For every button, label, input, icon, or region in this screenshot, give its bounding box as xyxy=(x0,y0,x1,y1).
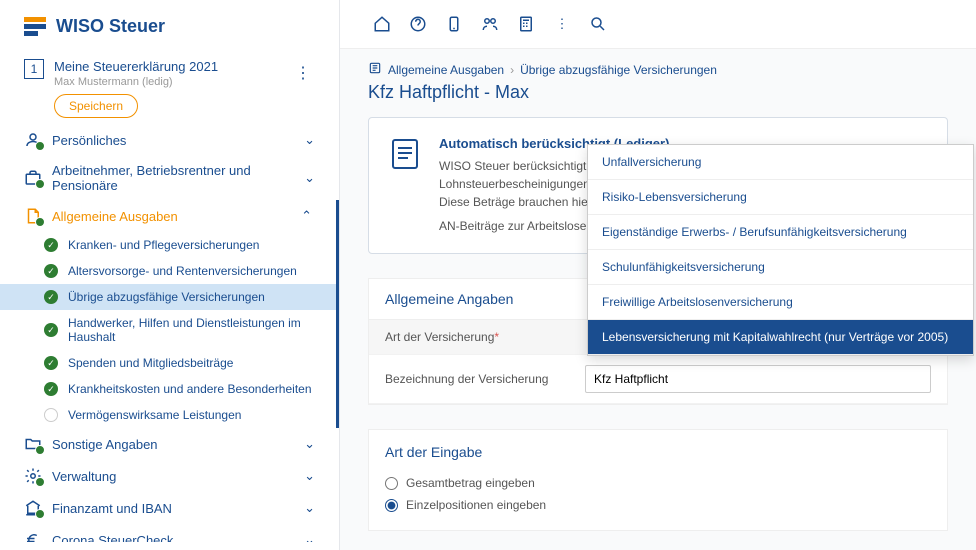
nav-employee[interactable]: Arbeitnehmer, Betriebsrentner und Pensio… xyxy=(0,156,339,200)
sub-medical[interactable]: ✓ Krankheitskosten und andere Besonderhei… xyxy=(0,376,339,402)
sub-insurance-health[interactable]: ✓ Kranken- und Pflegeversicherungen xyxy=(0,232,339,258)
check-icon: ✓ xyxy=(44,356,58,370)
folder-icon xyxy=(24,435,42,453)
nav-corona[interactable]: Corona SteuerCheck ⌄ xyxy=(0,524,339,542)
nav-label: Finanzamt und IBAN xyxy=(52,501,172,516)
nav-other[interactable]: Sonstige Angaben ⌄ xyxy=(0,428,339,460)
sub-other-insurance[interactable]: ✓ Übrige abzugsfähige Versicherungen xyxy=(0,284,339,310)
nav-label: Sonstige Angaben xyxy=(52,437,158,452)
logo: WISO Steuer xyxy=(0,8,339,53)
search-icon[interactable] xyxy=(584,10,612,38)
sidebar: WISO Steuer 1 Meine Steuererklärung 2021… xyxy=(0,0,340,550)
bank-icon xyxy=(24,499,42,517)
chevron-up-icon: ⌃ xyxy=(301,208,312,224)
nav-label: Allgemeine Ausgaben xyxy=(52,209,178,224)
breadcrumb-a[interactable]: Allgemeine Ausgaben xyxy=(388,63,504,77)
dropdown-option[interactable]: Eigenständige Erwerbs- / Berufsunfähigke… xyxy=(588,215,973,250)
dropdown-option[interactable]: Schulunfähigkeitsversicherung xyxy=(588,250,973,285)
dropdown-option[interactable]: Unfallversicherung xyxy=(588,145,973,180)
chevron-down-icon: ⌄ xyxy=(304,468,315,484)
logo-text: WISO Steuer xyxy=(56,16,165,37)
nav-admin[interactable]: Verwaltung ⌄ xyxy=(0,460,339,492)
main-area: ⋮ Allgemeine Ausgaben › Übrige abzugsfäh… xyxy=(340,0,976,550)
sub-household[interactable]: ✓ Handwerker, Hilfen und Dienstleistungen… xyxy=(0,310,339,350)
check-icon: ✓ xyxy=(44,382,58,396)
chevron-down-icon: ⌄ xyxy=(304,436,315,452)
sub-label: Übrige abzugsfähige Versicherungen xyxy=(68,290,265,304)
sub-label: Kranken- und Pflegeversicherungen xyxy=(68,238,259,252)
check-icon: ✓ xyxy=(44,290,58,304)
check-icon: ✓ xyxy=(44,238,58,252)
nav-label: Arbeitnehmer, Betriebsrentner und Pensio… xyxy=(52,163,294,193)
insurance-type-dropdown: Unfallversicherung Risiko-Lebensversiche… xyxy=(587,144,974,356)
dropdown-option-selected[interactable]: Lebensversicherung mit Kapitalwahlrecht … xyxy=(588,320,973,355)
content: Automatisch berücksichtigt (Lediger) WIS… xyxy=(340,117,976,550)
label-name: Bezeichnung der Versicherung xyxy=(385,372,585,386)
sub-pension[interactable]: ✓ Altersvorsorge- und Rentenversicherunge… xyxy=(0,258,339,284)
nav-label: Persönliches xyxy=(52,133,126,148)
briefcase-icon xyxy=(24,169,42,187)
nav-label: Verwaltung xyxy=(52,469,116,484)
form-row-name: Bezeichnung der Versicherung xyxy=(369,355,947,404)
breadcrumb-icon xyxy=(368,61,382,78)
more-icon[interactable]: ⋮ xyxy=(548,10,576,38)
sub-capital[interactable]: Vermögenswirksame Leistungen xyxy=(0,402,339,428)
check-icon: ✓ xyxy=(44,264,58,278)
home-icon[interactable] xyxy=(368,10,396,38)
input-type-heading: Art der Eingabe xyxy=(385,444,931,460)
breadcrumb: Allgemeine Ausgaben › Übrige abzugsfähig… xyxy=(340,49,976,82)
nav-general-expenses[interactable]: Allgemeine Ausgaben ⌃ xyxy=(0,200,339,232)
breadcrumb-sep: › xyxy=(510,63,514,77)
sub-label: Spenden und Mitgliedsbeiträge xyxy=(68,356,233,370)
radio-items[interactable]: Einzelpositionen eingeben xyxy=(385,494,931,516)
dropdown-option[interactable]: Freiwillige Arbeitslosenversicherung xyxy=(588,285,973,320)
chevron-down-icon: ⌄ xyxy=(304,132,315,148)
step-1-header: 1 Meine Steuererklärung 2021 Max Musterm… xyxy=(0,53,339,124)
toolbar: ⋮ xyxy=(340,0,976,49)
breadcrumb-b[interactable]: Übrige abzugsfähige Versicherungen xyxy=(520,63,717,77)
people-icon[interactable] xyxy=(476,10,504,38)
euro-icon xyxy=(24,531,42,542)
sub-label: Handwerker, Hilfen und Dienstleistungen … xyxy=(68,316,312,344)
person-icon xyxy=(24,131,42,149)
sub-label: Vermögenswirksame Leistungen xyxy=(68,408,241,422)
nav-personal[interactable]: Persönliches ⌄ xyxy=(0,124,339,156)
chevron-down-icon: ⌄ xyxy=(304,500,315,516)
nav-label: Corona SteuerCheck xyxy=(52,533,173,543)
gear-icon xyxy=(24,467,42,485)
label-type: Art der Versicherung* xyxy=(385,330,585,344)
sub-donations[interactable]: ✓ Spenden und Mitgliedsbeiträge xyxy=(0,350,339,376)
help-icon[interactable] xyxy=(404,10,432,38)
empty-icon xyxy=(44,408,58,422)
radio-total[interactable]: Gesamtbetrag eingeben xyxy=(385,472,931,494)
calculator-icon[interactable] xyxy=(512,10,540,38)
save-button[interactable]: Speichern xyxy=(54,94,138,118)
nav-taxoffice[interactable]: Finanzamt und IBAN ⌄ xyxy=(0,492,339,524)
document-icon xyxy=(24,207,42,225)
step-1-subtitle: Max Mustermann (ledig) xyxy=(54,76,281,88)
chevron-down-icon: ⌄ xyxy=(304,170,315,186)
dropdown-option[interactable]: Risiko-Lebensversicherung xyxy=(588,180,973,215)
section-input-type: Art der Eingabe Gesamtbetrag eingeben Ei… xyxy=(368,429,948,531)
document-icon xyxy=(387,136,423,172)
step-1-number: 1 xyxy=(24,59,44,79)
page-title: Kfz Haftpflicht - Max xyxy=(340,82,976,117)
step-1-title[interactable]: Meine Steuererklärung 2021 xyxy=(54,59,281,74)
check-icon: ✓ xyxy=(44,323,58,337)
sub-label: Krankheitskosten und andere Besonderheit… xyxy=(68,382,312,396)
kebab-menu-icon[interactable]: ⋮ xyxy=(291,59,315,87)
mobile-icon[interactable] xyxy=(440,10,468,38)
logo-mark xyxy=(24,17,46,36)
sub-label: Altersvorsorge- und Rentenversicherungen xyxy=(68,264,297,278)
input-name[interactable] xyxy=(585,365,931,393)
chevron-down-icon: ⌄ xyxy=(304,532,315,542)
